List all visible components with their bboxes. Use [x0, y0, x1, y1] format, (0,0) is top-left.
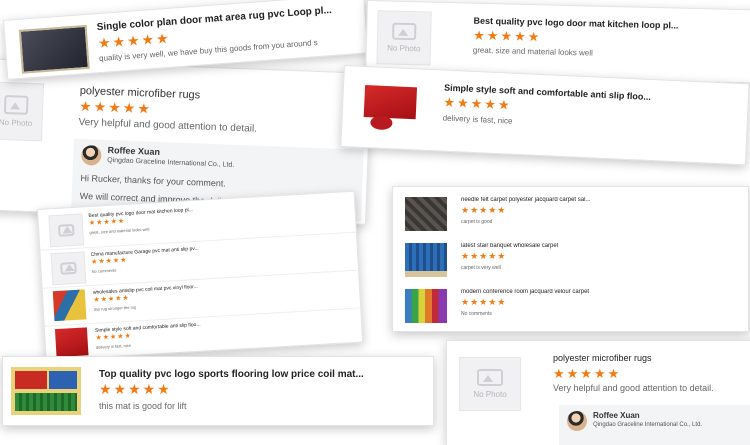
image-placeholder-icon	[57, 223, 75, 237]
star-rating: ★★★★★	[78, 97, 153, 117]
avatar	[80, 144, 102, 166]
product-title[interactable]: latest stair banquet wholesale carpet	[461, 243, 558, 249]
star-rating: ★★★★★	[461, 251, 507, 261]
product-title[interactable]: Simple style soft and comfortable anti s…	[95, 322, 201, 334]
review-comment: carpet is good	[461, 219, 493, 225]
product-title[interactable]: needle felt carpet polyester jacquard ca…	[461, 197, 590, 203]
mat-blue-panel	[49, 371, 77, 389]
review-card-simple-style: Simple style soft and comfortable anti s…	[340, 65, 750, 166]
product-title[interactable]: Single color plan door mat area rug pvc …	[96, 5, 332, 33]
review-comment: carpet is very well	[461, 265, 501, 271]
star-rating: ★★★★★	[443, 94, 512, 113]
review-comment: Very helpful and good attention to detai…	[553, 383, 714, 393]
review-comment: this rug stronger the rug	[93, 304, 137, 312]
image-placeholder-icon	[4, 95, 29, 115]
reply-company: Qingdao Graceline International Co., Ltd…	[107, 156, 235, 169]
review-comment: great, size and material looks well	[89, 226, 150, 236]
reply-company: Qingdao Graceline International Co., Ltd…	[593, 422, 703, 428]
review-comment: No comments	[91, 267, 117, 274]
star-rating: ★★★★★	[553, 366, 622, 381]
mat-green-panel	[15, 393, 77, 411]
product-title[interactable]: modern conference room jacquard velour c…	[461, 289, 589, 295]
review-comment: this mat is good for lift	[99, 401, 187, 411]
red-mat-roll	[370, 115, 393, 131]
product-thumbnail	[360, 78, 421, 134]
review-comment: great, size and material looks well	[472, 45, 593, 58]
no-photo-placeholder	[48, 213, 85, 248]
star-rating: ★★★★★	[93, 294, 130, 304]
star-rating: ★★★★★	[88, 217, 126, 228]
product-thumbnail	[405, 289, 447, 323]
no-photo-text: No Photo	[387, 43, 421, 54]
no-photo-placeholder: No Photo	[459, 357, 521, 411]
no-photo-placeholder	[50, 251, 87, 286]
star-rating: ★★★★★	[97, 29, 172, 52]
list-item: needle felt carpet polyester jacquard ca…	[393, 193, 748, 235]
product-title[interactable]: Best quality pvc logo door mat kitchen l…	[88, 207, 193, 219]
review-comment: No comments	[461, 311, 492, 317]
product-thumbnail	[11, 367, 81, 415]
no-photo-placeholder: No Photo	[0, 81, 45, 142]
review-list-left: Best quality pvc logo door mat kitchen l…	[37, 190, 364, 361]
product-title[interactable]: China manufacture Garage pvc mat anti sl…	[91, 246, 199, 258]
image-placeholder-icon	[60, 261, 77, 275]
product-title[interactable]: polyester microfiber rugs	[553, 353, 652, 363]
no-photo-placeholder: No Photo	[376, 10, 432, 66]
star-rating: ★★★★★	[472, 27, 542, 45]
review-comment: delivery is fast, nice	[95, 342, 132, 350]
review-card-microfiber-bottom: No Photo polyester microfiber rugs ★★★★★…	[446, 340, 750, 445]
no-photo-text: No Photo	[473, 390, 507, 400]
reply-line-1: Hi Rucker, thanks for your comment.	[80, 172, 227, 189]
star-rating: ★★★★★	[461, 297, 507, 307]
product-thumbnail	[405, 197, 447, 231]
star-rating: ★★★★★	[95, 332, 133, 342]
product-thumbnail	[52, 289, 87, 322]
reply-author: Roffee Xuan	[107, 144, 161, 157]
image-placeholder-icon	[476, 368, 504, 387]
reply-author: Roffee Xuan	[593, 411, 640, 420]
star-rating: ★★★★★	[99, 381, 172, 397]
review-list-right: needle felt carpet polyester jacquard ca…	[392, 186, 749, 332]
product-thumbnail	[54, 327, 89, 358]
image-placeholder-icon	[392, 22, 417, 41]
product-thumbnail	[18, 24, 90, 74]
product-thumbnail	[405, 243, 447, 277]
product-title[interactable]: wholesales antislip pvc coil mat pvc vin…	[93, 284, 198, 296]
product-title[interactable]: Top quality pvc logo sports flooring low…	[99, 369, 364, 380]
review-card-top-quality: Top quality pvc logo sports flooring low…	[2, 356, 434, 426]
star-rating: ★★★★★	[90, 256, 128, 266]
star-rating: ★★★★★	[461, 205, 507, 215]
mat-red-panel	[15, 371, 47, 389]
red-mat-image	[363, 84, 418, 120]
no-photo-text: No Photo	[0, 117, 33, 128]
list-item: latest stair banquet wholesale carpet ★★…	[393, 239, 748, 281]
seller-reply: Roffee Xuan Qingdao Graceline Internatio…	[559, 405, 750, 445]
review-comment: Very helpful and good attention to detai…	[78, 116, 258, 135]
review-comment: delivery is fast, nice	[442, 113, 513, 126]
avatar	[567, 411, 587, 431]
list-item: modern conference room jacquard velour c…	[393, 285, 748, 327]
